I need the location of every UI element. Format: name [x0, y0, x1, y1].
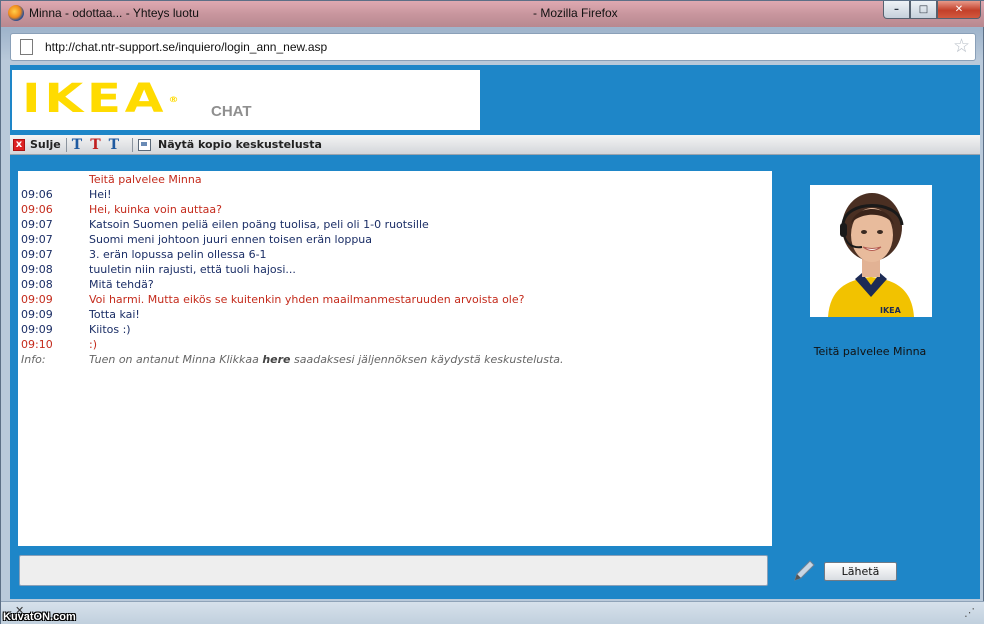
message-time: 09:09: [21, 308, 53, 321]
info-text-before: Tuen on antanut Minna Klikkaa: [89, 353, 263, 366]
chat-message: 09:06 Hei!: [21, 188, 761, 203]
chat-transcript[interactable]: Teitä palvelee Minna 09:06 Hei! 09:06 Hei, …: [18, 171, 772, 546]
chat-message: 09:09 Kiitos :): [21, 323, 761, 338]
chat-message: 09:10:): [21, 338, 761, 353]
window-title: Minna - odottaa... - Yhteys luotu: [29, 6, 199, 20]
chat-page: IKEA ® CHAT x Sulje T T T Näytä kopio kes…: [10, 65, 980, 599]
message-text: :): [89, 338, 97, 351]
message-time: 09:09: [21, 323, 53, 336]
message-time: 09:07: [21, 233, 53, 246]
message-time: 09:06: [21, 203, 53, 216]
status-bar: ✕ KuvatON.com ⋰: [1, 601, 984, 624]
show-transcript-button[interactable]: Näytä kopio keskustelusta: [138, 135, 322, 155]
message-time: 09:08: [21, 263, 53, 276]
message-text: Suomi meni johtoon juuri ennen toisen er…: [89, 233, 373, 246]
info-label: Info:: [21, 353, 46, 366]
toolbar-divider: [132, 137, 134, 152]
bookmark-star-icon[interactable]: ☆: [953, 35, 970, 57]
close-icon: x: [13, 138, 25, 151]
message-text: 3. erän lopussa pelin ollessa 6-1: [89, 248, 267, 261]
chat-message: 09:06 Hei, kuinka voin auttaa?: [21, 203, 761, 218]
chat-message: 09:09 Voi harmi. Mutta eikös se kuitenkin…: [21, 293, 761, 308]
window-app-name: - Mozilla Firefox: [533, 6, 618, 20]
browser-window: Minna - odottaa... - Yhteys luotu - Mozi…: [0, 0, 984, 624]
shirt-logo-text: IKEA: [880, 306, 902, 315]
minimize-button[interactable]: –: [883, 1, 910, 19]
message-time: 09:06: [21, 188, 53, 201]
agent-name: Teitä palvelee Minna: [813, 345, 927, 358]
send-button[interactable]: Lähetä: [824, 562, 897, 581]
chat-header-text: Teitä palvelee Minna: [89, 173, 202, 186]
message-input[interactable]: [19, 555, 768, 586]
chat-message: 09:07 3. erän lopussa pelin ollessa 6-1: [21, 248, 761, 263]
chat-toolbar: x Sulje T T T Näytä kopio keskustelusta: [10, 135, 980, 155]
transcript-link[interactable]: here: [262, 353, 290, 366]
url-text[interactable]: http://chat.ntr-support.se/inquiero/logi…: [45, 40, 327, 54]
title-bar: Minna - odottaa... - Yhteys luotu - Mozi…: [1, 1, 984, 27]
chat-message: 09:07 Katsoin Suomen peliä eilen poäng tu…: [21, 218, 761, 233]
message-time: 09:10: [21, 338, 53, 351]
message-text: Katsoin Suomen peliä eilen poäng tuolisa…: [89, 218, 429, 231]
registered-mark: ®: [168, 94, 179, 104]
message-text: tuuletin niin rajusti, että tuoli hajosi…: [89, 263, 296, 276]
page-icon: [20, 39, 33, 55]
pen-icon: [792, 559, 816, 583]
message-text: Hei!: [89, 188, 112, 201]
toolbar-divider: [65, 137, 67, 152]
message-time: 09:09: [21, 293, 53, 306]
message-text: Mitä tehdä?: [89, 278, 154, 291]
chat-label: CHAT: [211, 103, 252, 120]
message-time: 09:07: [21, 218, 53, 231]
message-time: 09:08: [21, 278, 53, 291]
ikea-logo-text: IKEA: [22, 76, 168, 122]
maximize-button[interactable]: □: [910, 1, 937, 19]
chat-message: 09:08 Mitä tehdä?: [21, 278, 761, 293]
address-bar[interactable]: http://chat.ntr-support.se/inquiero/logi…: [10, 33, 976, 61]
window-controls: – □ ✕: [883, 1, 981, 19]
transcript-icon: [138, 138, 152, 151]
resize-grip-icon[interactable]: ⋰: [964, 606, 975, 619]
chat-message: 09:09 Totta kai!: [21, 308, 761, 323]
agent-photo: IKEA: [810, 185, 932, 317]
close-chat-button[interactable]: x Sulje: [10, 135, 61, 155]
watermark: KuvatON.com: [3, 611, 76, 623]
chat-message: 09:08 tuuletin niin rajusti, että tuoli h…: [21, 263, 761, 278]
info-text: Tuen on antanut Minna Klikkaa here saada…: [89, 353, 564, 366]
chat-info-line: Info: Tuen on antanut Minna Klikkaa here …: [21, 353, 761, 368]
firefox-icon: [8, 5, 24, 21]
message-time: 09:07: [21, 248, 53, 261]
close-window-button[interactable]: ✕: [937, 1, 981, 19]
show-transcript-label: Näytä kopio keskustelusta: [158, 138, 322, 151]
message-text: Totta kai!: [89, 308, 140, 321]
font-size-increase-icon[interactable]: T: [109, 137, 119, 153]
close-chat-label: Sulje: [30, 138, 61, 151]
font-size-decrease-icon[interactable]: T: [90, 137, 100, 153]
chat-message: 09:07 Suomi meni johtoon juuri ennen tois…: [21, 233, 761, 248]
message-text: Kiitos :): [89, 323, 131, 336]
info-text-after: saadaksesi jäljennöksen käydystä keskust…: [290, 353, 564, 366]
chat-header-line: Teitä palvelee Minna: [21, 173, 761, 188]
header-banner: IKEA ® CHAT: [12, 70, 480, 130]
message-text: Voi harmi. Mutta eikös se kuitenkin yhde…: [89, 293, 525, 306]
message-text: Hei, kuinka voin auttaa?: [89, 203, 222, 216]
font-size-default-icon[interactable]: T: [72, 137, 82, 153]
